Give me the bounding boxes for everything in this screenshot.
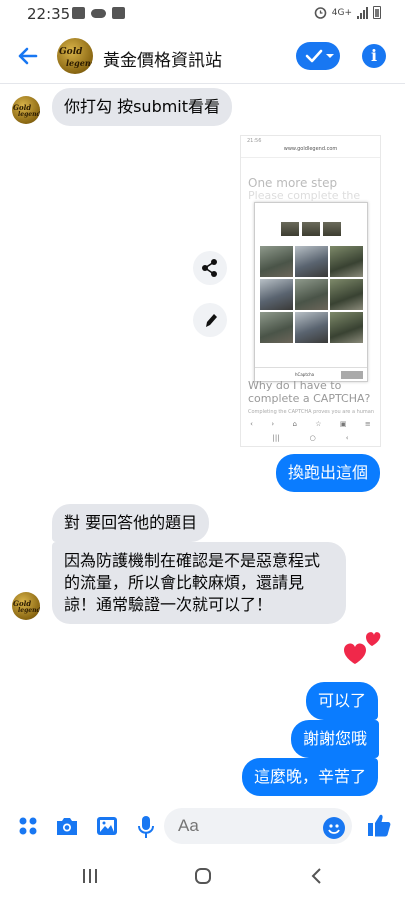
incoming-message[interactable]: 對 要回答他的題目 [52,504,210,542]
outgoing-message[interactable]: 可以了 [306,682,379,720]
captcha-instruction: ​ [255,211,367,216]
captcha-dialog: ​ hCaptcha [254,202,368,382]
status-time: 22:35 [27,5,71,23]
microphone-icon[interactable] [136,815,156,839]
captcha-image-grid [260,246,367,343]
incoming-message[interactable]: 你打勾 按submit看看 [52,88,233,126]
screenshot-subheading: Please complete the [248,189,361,202]
screenshot-small-text: Completing the CAPTCHA proves you are a … [248,409,375,415]
back-button[interactable] [12,40,44,72]
checkmark-menu-button[interactable] [296,42,340,70]
avatar-logo-text-2: legend [18,607,40,614]
outgoing-message[interactable]: 換跑出這個 [276,454,381,492]
avatar-logo-text-2: legend [18,111,40,118]
emoji-button[interactable] [323,817,345,839]
status-bar: 22:35 4G+ [0,0,405,28]
captcha-verify-button [341,371,363,379]
check-icon [305,49,334,63]
gallery-icon[interactable] [95,815,119,837]
back-nav-icon[interactable] [310,867,324,885]
captcha-brand: hCaptcha [295,372,315,377]
share-button[interactable] [193,251,227,285]
message-line: 的流量，所以會比較麻煩，還請見 [64,573,305,592]
shared-screenshot-image[interactable]: 21:56 www.goldlegend.com One more step P… [240,135,381,447]
pencil-icon [206,314,217,327]
cloud-notification-icon [91,9,106,18]
alarm-icon [314,7,327,19]
smiley-icon [328,824,340,834]
apps-grid-icon[interactable] [17,815,39,837]
contact-avatar-small: Gold legend [12,592,40,620]
system-navigation-bar [0,852,405,900]
chat-header: Gold legend 黃金價格資訊站 i [0,28,405,84]
recent-apps-icon[interactable] [81,868,99,884]
info-icon: i [370,46,378,65]
outgoing-message[interactable]: 謝謝您哦 [291,720,380,758]
message-input[interactable] [178,816,318,836]
camera-icon[interactable] [55,815,79,837]
like-thumbs-up-icon[interactable] [366,812,392,838]
info-button[interactable]: i [362,44,386,68]
gallery-notification-icon [72,7,85,19]
share-icon [202,259,217,277]
avatar-logo-text: Gold [59,47,83,57]
captcha-example-thumbs [255,222,367,236]
screenshot-why-text: Why do I have to complete a CAPTCHA? [248,379,371,405]
screenshot-heading: One more step [248,176,338,190]
screenshot-browser-nav: ‹ › ⌂ ☆ ▣ ≡ [250,420,371,428]
notification-icons [72,7,125,19]
contact-avatar[interactable]: Gold legend [57,38,93,74]
edit-button[interactable] [193,303,227,337]
screenshot-system-nav: ||| ○ ‹ [272,434,349,442]
heart-reaction-icon[interactable] [340,628,384,670]
battery-icon [373,6,381,19]
screenshot-url: www.goldlegend.com [241,146,380,158]
home-icon[interactable] [194,867,212,885]
contact-name[interactable]: 黃金價格資訊站 [103,46,222,71]
message-line: 因為防護機制在確認是不是惡意程式 [64,551,321,570]
screenshot-status: 21:56 [247,138,262,144]
contact-avatar-small: Gold legend [12,96,40,124]
back-arrow-icon [18,47,38,65]
incoming-message-multiline[interactable]: 因為防護機制在確認是不是惡意程式 的流量，所以會比較麻煩，還請見 諒！通常驗證一… [52,542,346,624]
outgoing-message[interactable]: 這麼晚，辛苦了 [242,758,379,796]
download-notification-icon [112,7,125,19]
avatar-logo-text-2: legend [66,58,93,68]
network-type: 4G+ [331,7,352,18]
message-line: 諒！通常驗證一次就可以了！ [64,595,273,614]
signal-icon [357,6,368,19]
status-right: 4G+ [314,6,381,19]
